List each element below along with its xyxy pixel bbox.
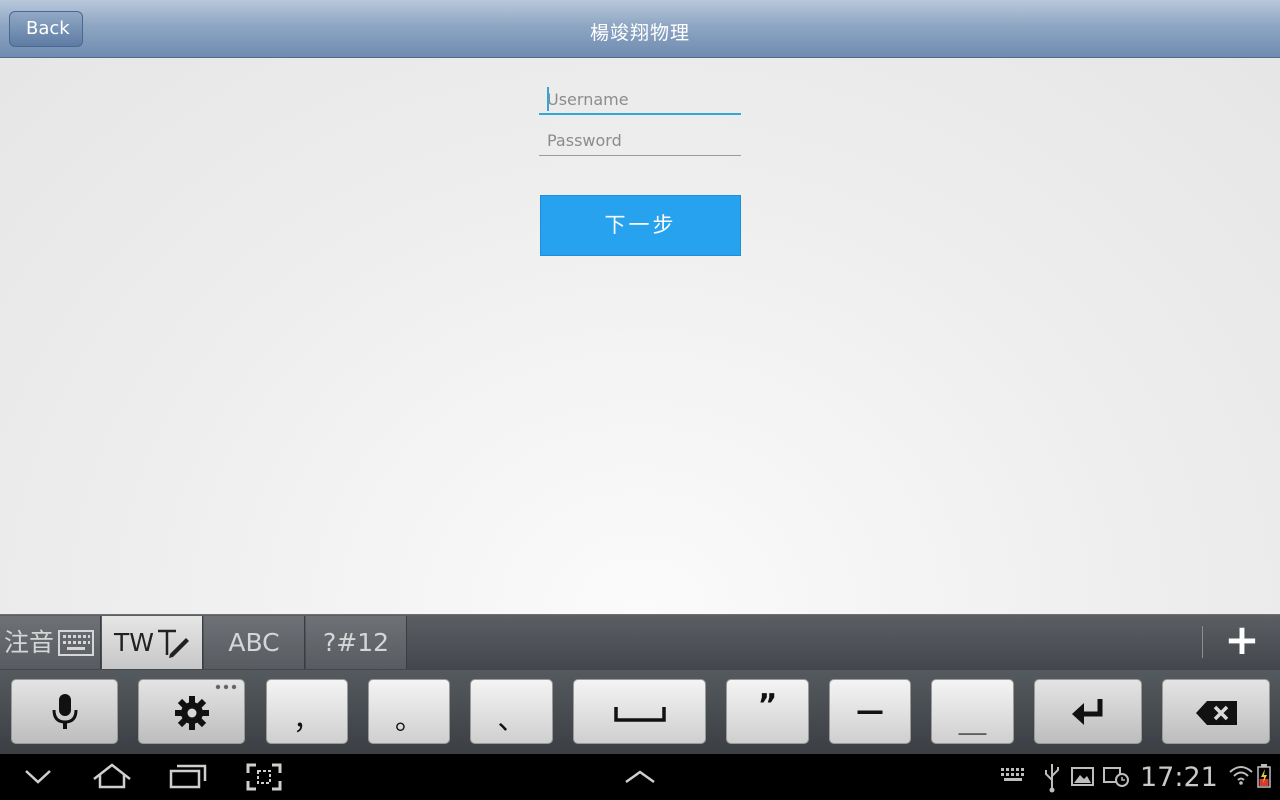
screenshot-icon[interactable] <box>246 754 282 800</box>
enumeration-comma-key[interactable]: 、 <box>470 679 553 744</box>
enumeration-comma-label: 、 <box>497 703 526 736</box>
recent-apps-icon[interactable] <box>168 754 208 800</box>
handwriting-pen-icon <box>158 629 189 658</box>
keyboard-mode-bar: 注音 TW ABC ?#12 <box>0 614 1280 670</box>
battery-icon <box>1257 764 1271 788</box>
period-key[interactable]: 。 <box>368 679 450 744</box>
underscore-key[interactable]: ＿ <box>931 679 1014 744</box>
home-icon[interactable] <box>91 754 133 800</box>
keyboard-key-row: ， 。 、 ” — ＿ <box>0 670 1280 754</box>
quote-key-label: ” <box>757 688 778 723</box>
page-title: 楊竣翔物理 <box>589 22 690 44</box>
keyboard-icon <box>58 630 94 656</box>
hide-keyboard-icon[interactable] <box>24 754 52 800</box>
chevron-up-icon[interactable] <box>624 754 656 800</box>
system-navigation-bar: 17:21 <box>0 754 1280 800</box>
comma-key-label: ， <box>292 703 321 736</box>
password-input[interactable] <box>539 126 741 156</box>
title-bar: Back 楊竣翔物理 <box>0 0 1280 58</box>
keyboard-status-icon <box>1001 768 1024 781</box>
dash-key-label: — <box>856 694 884 727</box>
mode-bar-divider <box>1202 626 1203 658</box>
usb-icon <box>1045 764 1059 793</box>
backspace-icon <box>1196 701 1237 725</box>
comma-key[interactable]: ， <box>266 679 348 744</box>
voice-input-key[interactable] <box>11 679 118 744</box>
username-input[interactable] <box>539 85 741 115</box>
mode-abc-label: ABC <box>228 628 280 657</box>
settings-key[interactable] <box>138 679 245 744</box>
image-notification-icon <box>1071 767 1094 786</box>
mode-tw[interactable]: TW <box>102 616 203 669</box>
gear-icon <box>175 696 209 730</box>
microphone-icon <box>52 694 78 729</box>
mode-zhuyin-label: 注音 <box>4 628 55 657</box>
underscore-key-label: ＿ <box>958 705 987 738</box>
quote-key[interactable]: ” <box>726 679 809 744</box>
mode-abc[interactable]: ABC <box>204 616 305 669</box>
enter-icon <box>1072 699 1103 725</box>
status-clock: 17:21 <box>1140 762 1218 793</box>
period-key-label: 。 <box>394 703 423 736</box>
space-key[interactable] <box>573 679 706 744</box>
mode-symbols[interactable]: ?#12 <box>306 616 407 669</box>
mode-tw-label: TW <box>114 628 154 657</box>
alarm-sync-icon <box>1103 767 1129 787</box>
text-cursor <box>547 87 549 111</box>
next-step-button[interactable]: 下一步 <box>540 195 741 256</box>
dash-key[interactable]: — <box>829 679 911 744</box>
space-bar-icon <box>614 707 666 722</box>
mode-zhuyin[interactable]: 注音 <box>0 616 101 669</box>
login-content: 下一步 <box>0 58 1280 614</box>
mode-symbols-label: ?#12 <box>322 628 390 657</box>
enter-key[interactable] <box>1034 679 1142 744</box>
add-button[interactable]: + <box>1220 612 1264 668</box>
backspace-key[interactable] <box>1162 679 1270 744</box>
more-dots-icon <box>215 684 237 690</box>
wifi-icon <box>1229 766 1253 785</box>
